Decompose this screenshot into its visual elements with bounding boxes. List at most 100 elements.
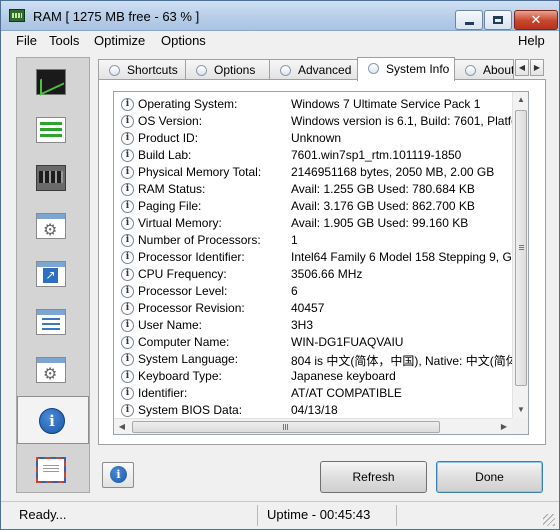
minimize-button[interactable] [455, 10, 483, 30]
process-list-icon [36, 117, 66, 143]
menu-help[interactable]: Help [518, 33, 545, 48]
info-key: Operating System: [138, 97, 238, 111]
info-key: Processor Level: [138, 284, 228, 298]
info-icon: i [121, 234, 134, 247]
info-value: Windows 7 Ultimate Service Pack 1 [291, 97, 481, 111]
info-icon: i [121, 217, 134, 230]
list-item[interactable]: i Processor Revision: 40457 [114, 300, 512, 317]
info-value: 40457 [291, 301, 325, 315]
list-item[interactable]: i Product ID: Unknown [114, 130, 512, 147]
info-key: Build Lab: [138, 148, 192, 162]
sidebar-item-options[interactable]: ⚙ [17, 346, 89, 394]
info-icon: i [121, 387, 134, 400]
info-icon: i [121, 251, 134, 264]
sidebar-item-checklist[interactable] [17, 298, 89, 346]
tab-about[interactable]: About [454, 59, 514, 79]
list-item[interactable]: i System BIOS Data: 04/13/18 [114, 402, 512, 419]
info-key: RAM Status: [138, 182, 206, 196]
menu-optimize[interactable]: Optimize [94, 33, 145, 48]
info-button[interactable]: i [102, 462, 134, 488]
tab-scroll-right-button[interactable]: ▶ [530, 59, 544, 76]
vertical-scroll-thumb[interactable] [515, 110, 527, 386]
radio-icon [109, 65, 120, 76]
chevron-left-icon: ◀ [518, 63, 526, 72]
info-key: Computer Name: [138, 335, 230, 349]
list-item[interactable]: i System Language: 804 is 中文(简体，中国), Nativ… [114, 351, 512, 368]
list-item[interactable]: i Processor Level: 6 [114, 283, 512, 300]
list-item[interactable]: i Keyboard Type: Japanese keyboard [114, 368, 512, 385]
list-item[interactable]: i Number of Processors: 1 [114, 232, 512, 249]
maximize-button[interactable] [484, 10, 512, 30]
sidebar-item-memory-graph[interactable] [17, 58, 89, 106]
horizontal-scroll-thumb[interactable] [132, 421, 440, 433]
info-value: Avail: 3.176 GB Used: 862.700 KB [291, 199, 475, 213]
info-key: Paging File: [138, 199, 202, 213]
scroll-up-arrow-icon[interactable]: ▲ [513, 92, 528, 108]
menu-file[interactable]: File [16, 33, 37, 48]
info-icon: i [121, 336, 134, 349]
tab-strip: Shortcuts Options Advanced System Info A… [98, 57, 546, 81]
list-item[interactable]: i Virtual Memory: Avail: 1.905 GB Used: 99… [114, 215, 512, 232]
status-divider [257, 505, 258, 526]
sidebar: ⚙ ↗ ⚙ i [16, 57, 90, 493]
done-button[interactable]: Done [436, 461, 543, 493]
list-item[interactable]: i User Name: 3H3 [114, 317, 512, 334]
menu-tools[interactable]: Tools [49, 33, 79, 48]
tab-label: Advanced [298, 63, 352, 77]
sidebar-item-settings[interactable]: ⚙ [17, 202, 89, 250]
list-item[interactable]: i Computer Name: WIN-DG1FUAQVAIU [114, 334, 512, 351]
list-item[interactable]: i Paging File: Avail: 3.176 GB Used: 862.7… [114, 198, 512, 215]
radio-icon [280, 65, 291, 76]
maximize-icon [493, 16, 503, 24]
info-key: System Language: [138, 352, 239, 366]
scroll-right-arrow-icon[interactable]: ▶ [496, 419, 512, 434]
info-value: 1 [291, 233, 298, 247]
sidebar-item-shortcuts[interactable]: ↗ [17, 250, 89, 298]
info-key: System BIOS Data: [138, 403, 243, 417]
close-button[interactable]: ✕ [514, 10, 558, 30]
info-value: 7601.win7sp1_rtm.101119-1850 [291, 148, 462, 162]
vertical-scrollbar[interactable]: ▲ ▼ [512, 92, 528, 418]
info-key: OS Version: [138, 114, 203, 128]
chevron-right-icon: ▶ [533, 63, 541, 72]
horizontal-scrollbar[interactable]: ◀ ▶ [114, 418, 512, 434]
menu-options[interactable]: Options [161, 33, 206, 48]
refresh-button[interactable]: Refresh [320, 461, 427, 493]
options-checklist-icon: ⚙ [36, 357, 66, 383]
radio-icon [368, 63, 379, 74]
sidebar-item-mail[interactable] [17, 446, 89, 494]
list-item[interactable]: i Identifier: AT/AT COMPATIBLE [114, 385, 512, 402]
tab-options[interactable]: Options [185, 59, 270, 79]
tab-label: System Info [386, 62, 450, 76]
resize-grip-icon[interactable] [543, 514, 555, 526]
list-item[interactable]: i Operating System: Windows 7 Ultimate Ser… [114, 96, 512, 113]
tab-advanced[interactable]: Advanced [269, 59, 358, 79]
info-value: 3H3 [291, 318, 314, 332]
info-key: Identifier: [138, 386, 188, 400]
info-key: Product ID: [138, 131, 199, 145]
sidebar-item-process-list[interactable] [17, 106, 89, 154]
info-key: CPU Frequency: [138, 267, 227, 281]
info-key: User Name: [138, 318, 203, 332]
sidebar-item-ram[interactable] [17, 154, 89, 202]
tab-shortcuts[interactable]: Shortcuts [98, 59, 186, 79]
tab-scroll-left-button[interactable]: ◀ [515, 59, 529, 76]
list-item[interactable]: i RAM Status: Avail: 1.255 GB Used: 780.68… [114, 181, 512, 198]
memory-graph-icon [36, 69, 66, 95]
info-icon: i [121, 149, 134, 162]
title-bar[interactable]: RAM [ 1275 MB free - 63 % ] ✕ [1, 1, 559, 31]
system-info-list[interactable]: i Operating System: Windows 7 Ultimate Ser… [113, 91, 529, 435]
status-bar: Ready... Uptime - 00:45:43 [1, 501, 559, 529]
list-item[interactable]: i Physical Memory Total: 2146951168 bytes,… [114, 164, 512, 181]
sidebar-item-info[interactable]: i [17, 396, 89, 444]
tab-system-info[interactable]: System Info [357, 57, 455, 81]
envelope-icon [36, 457, 66, 483]
list-item[interactable]: i CPU Frequency: 3506.66 MHz [114, 266, 512, 283]
list-item[interactable]: i Processor Identifier: Intel64 Family 6 M… [114, 249, 512, 266]
scroll-down-arrow-icon[interactable]: ▼ [513, 402, 528, 418]
list-item[interactable]: i OS Version: Windows version is 6.1, Buil… [114, 113, 512, 130]
list-item[interactable]: i Build Lab: 7601.win7sp1_rtm.101119-1850 [114, 147, 512, 164]
shortcut-arrow-icon: ↗ [36, 261, 66, 287]
scroll-left-arrow-icon[interactable]: ◀ [114, 419, 130, 434]
info-icon: i [121, 200, 134, 213]
